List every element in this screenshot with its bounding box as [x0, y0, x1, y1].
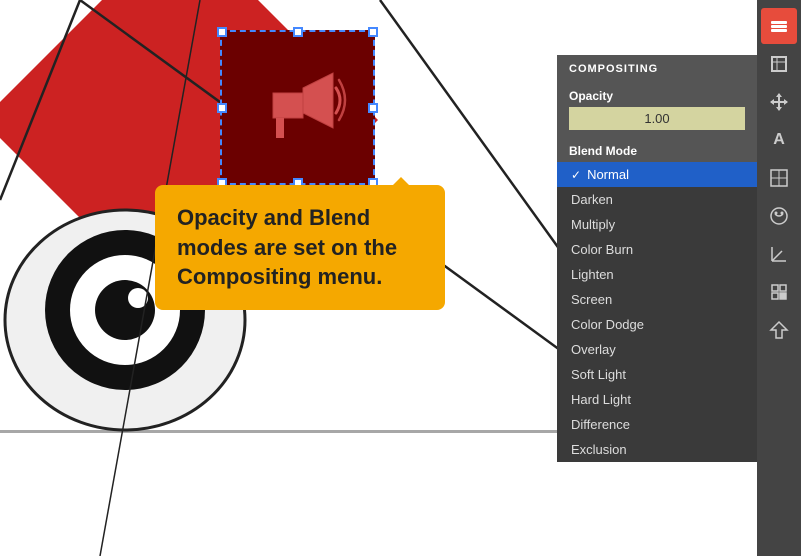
blend-item-overlay[interactable]: Overlay: [557, 337, 757, 362]
angle-icon[interactable]: [761, 236, 797, 272]
mask-icon[interactable]: [761, 198, 797, 234]
handle-mr[interactable]: [368, 103, 378, 113]
blend-item-difference[interactable]: Difference: [557, 412, 757, 437]
blend-item-exclusion[interactable]: Exclusion: [557, 437, 757, 462]
handle-tc[interactable]: [293, 27, 303, 37]
selected-object[interactable]: [220, 30, 375, 185]
layers-icon[interactable]: [761, 8, 797, 44]
blend-item-darken[interactable]: Darken: [557, 187, 757, 212]
frame-icon[interactable]: [761, 46, 797, 82]
export-icon[interactable]: [761, 312, 797, 348]
blend-item-lighten[interactable]: Lighten: [557, 262, 757, 287]
callout-tooltip: Opacity and Blend modes are set on the C…: [155, 185, 445, 310]
blend-mode-section: Blend Mode Normal Darken Multiply Color …: [557, 138, 757, 462]
callout-text: Opacity and Blend modes are set on the C…: [177, 205, 397, 289]
blend-item-color-burn[interactable]: Color Burn: [557, 237, 757, 262]
compositing-panel: COMPOSITING Opacity Blend Mode Normal Da…: [557, 55, 757, 462]
blend-item-normal[interactable]: Normal: [557, 162, 757, 187]
blend-item-soft-light[interactable]: Soft Light: [557, 362, 757, 387]
opacity-section: Opacity: [557, 83, 757, 138]
right-toolbar: A: [757, 0, 801, 556]
blend-item-color-dodge[interactable]: Color Dodge: [557, 312, 757, 337]
handle-tl[interactable]: [217, 27, 227, 37]
table-icon[interactable]: [761, 160, 797, 196]
compositing-title: COMPOSITING: [557, 55, 757, 83]
megaphone-icon: [248, 58, 348, 158]
move-icon[interactable]: [761, 84, 797, 120]
opacity-label: Opacity: [569, 89, 745, 103]
blend-dropdown: Normal Darken Multiply Color Burn Lighte…: [557, 162, 757, 462]
blend-item-screen[interactable]: Screen: [557, 287, 757, 312]
blend-item-hard-light[interactable]: Hard Light: [557, 387, 757, 412]
handle-tr[interactable]: [368, 27, 378, 37]
text-icon[interactable]: A: [761, 122, 797, 158]
handle-ml[interactable]: [217, 103, 227, 113]
opacity-input[interactable]: [569, 107, 745, 130]
effects-icon[interactable]: [761, 274, 797, 310]
blend-item-multiply[interactable]: Multiply: [557, 212, 757, 237]
blend-mode-label: Blend Mode: [557, 138, 757, 162]
